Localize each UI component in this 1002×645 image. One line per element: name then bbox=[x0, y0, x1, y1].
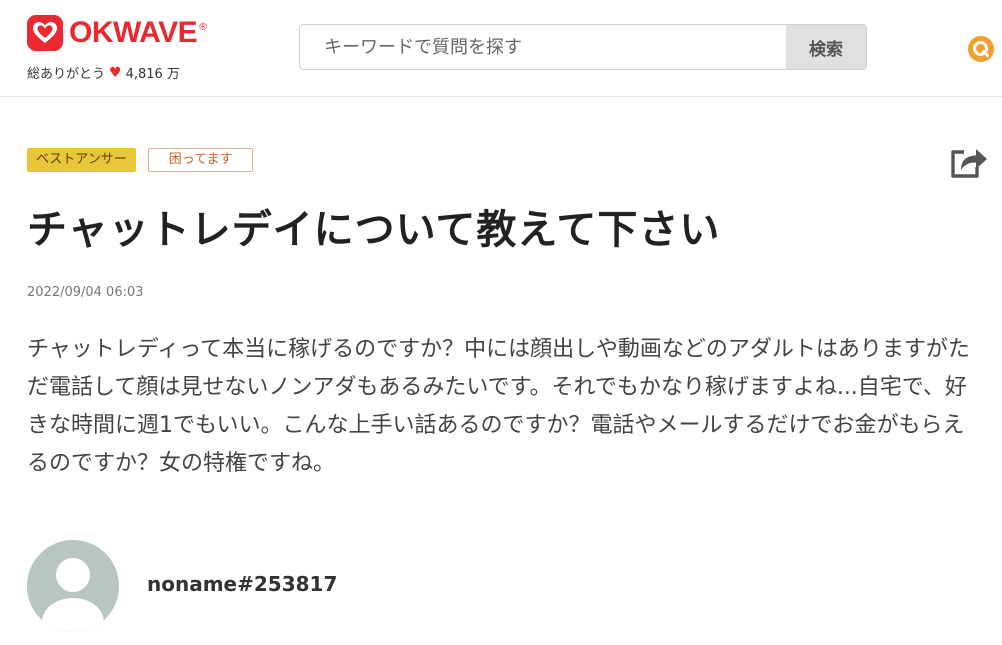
share-icon[interactable] bbox=[948, 143, 988, 181]
best-answer-tag: ベストアンサー bbox=[27, 148, 136, 172]
question-body: チャットレディって本当に稼げるのですか？中には顔出しや動画などのアダルトはありま… bbox=[27, 337, 970, 476]
question-title: チャットレデイについて教えて下さい bbox=[27, 207, 721, 253]
default-avatar-icon[interactable] bbox=[27, 540, 119, 632]
search-bar: 検索 bbox=[299, 24, 867, 70]
okwave-logo[interactable]: OKWAVE ® bbox=[27, 14, 208, 52]
logo-text: OKWAVE bbox=[69, 16, 198, 49]
thanks-count: 4,816 万 bbox=[125, 67, 180, 82]
thanks-label: 総ありがとう bbox=[27, 67, 106, 82]
heart-logo-icon bbox=[27, 15, 63, 51]
total-thanks: 総ありがとう ♥ 4,816 万 bbox=[27, 63, 180, 83]
question-date: 2022/09/04 06:03 bbox=[27, 285, 144, 300]
site-header: OKWAVE ® 総ありがとう ♥ 4,816 万 検索 bbox=[0, 0, 1002, 97]
author-name[interactable]: noname#253817 bbox=[147, 572, 337, 596]
q-search-icon[interactable] bbox=[968, 36, 994, 62]
heart-icon: ♥ bbox=[109, 64, 122, 81]
trouble-tag: 困ってます bbox=[147, 148, 254, 172]
question-tags: ベストアンサー 困ってます bbox=[27, 148, 254, 172]
search-button[interactable]: 検索 bbox=[786, 25, 866, 69]
registered-mark: ® bbox=[198, 22, 209, 33]
search-input[interactable] bbox=[300, 25, 788, 69]
